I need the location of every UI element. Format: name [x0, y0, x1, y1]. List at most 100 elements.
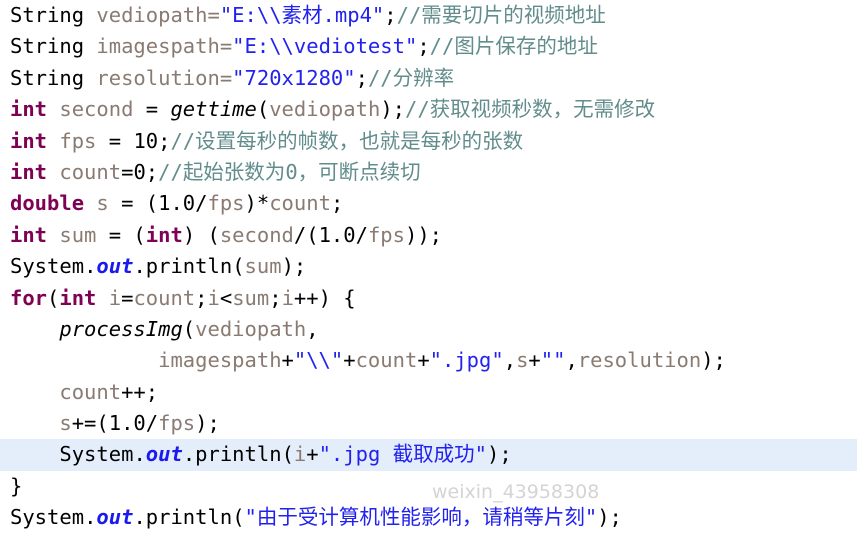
- code-token-string: ": [584, 505, 598, 530]
- code-line[interactable]: int count=0;//起始张数为0，可断点续切: [0, 157, 857, 188]
- code-line[interactable]: String vediopath="E:\\素材.mp4";//需要切片的视频地…: [0, 0, 857, 31]
- code-line[interactable]: imagespath+"\\"+count+".jpg",s+"",resolu…: [0, 345, 857, 376]
- code-token-plain: String: [10, 65, 85, 90]
- code-token-punc: .: [133, 442, 146, 467]
- code-token-punc: (: [232, 505, 245, 530]
- code-line[interactable]: for(int i=count;i<sum;i++) {: [0, 283, 857, 314]
- code-token-punc: (: [281, 442, 294, 467]
- code-token-punc: /: [355, 222, 368, 247]
- code-token-punc: +: [417, 348, 430, 373]
- code-token-plain: println: [145, 505, 233, 530]
- code-token-comment: 设置每秒的帧数，也就是每秒的张数: [195, 128, 524, 153]
- code-token-plain: System: [10, 254, 85, 279]
- code-token-ident: count: [59, 379, 122, 404]
- code-line[interactable]: System.out.println("由于受计算机性能影响，请稍等片刻");: [0, 502, 857, 533]
- code-token-punc: );: [597, 505, 622, 530]
- code-line[interactable]: int fps = 10;//设置每秒的帧数，也就是每秒的张数: [0, 126, 857, 157]
- code-token-ident: count: [269, 191, 331, 216]
- code-token-plain: println: [145, 254, 233, 279]
- code-token-punc: .: [84, 254, 97, 279]
- code-line[interactable]: double s = (1.0/fps)*count;: [0, 188, 857, 219]
- code-token-comment: 分辨率: [392, 65, 455, 90]
- code-token-ident: fps: [158, 411, 196, 436]
- code-token-punc: ;: [330, 191, 344, 216]
- code-token-punc: /(: [293, 222, 319, 247]
- code-line[interactable]: int second = gettime(vediopath);//获取视频秒数…: [0, 94, 857, 125]
- code-line[interactable]: System.out.println(i+".jpg 截取成功");: [0, 439, 857, 471]
- code-token-ident: fps: [207, 191, 245, 216]
- code-token-punc: );: [281, 254, 307, 279]
- code-token-punc: )*: [244, 191, 270, 216]
- code-line[interactable]: System.out.println(sum);: [0, 251, 857, 282]
- code-token-ident: sum: [232, 285, 270, 310]
- code-token-punc: .: [133, 254, 146, 279]
- code-lines-container[interactable]: String vediopath="E:\\素材.mp4";//需要切片的视频地…: [0, 0, 857, 534]
- code-token-ident: fps: [367, 222, 405, 247]
- code-token-punc: }: [10, 473, 23, 498]
- code-token-ident: vediopath: [195, 316, 307, 341]
- code-token-num: 1.0: [108, 411, 146, 436]
- code-token-comment: 图片保存的地址: [454, 34, 598, 59]
- code-token-punc: );: [380, 97, 405, 122]
- code-token-ident: s: [59, 411, 72, 436]
- code-token-punc: );: [195, 411, 220, 436]
- code-viewer[interactable]: String vediopath="E:\\素材.mp4";//需要切片的视频地…: [0, 0, 857, 529]
- code-token-punc: ;: [417, 34, 430, 59]
- code-token-punc: ,: [306, 316, 319, 341]
- code-token-ident: fps: [59, 128, 97, 153]
- code-token-punc: +: [528, 348, 541, 373]
- code-line[interactable]: String resolution="720x1280";//分辨率: [0, 63, 857, 94]
- code-token-punc: .: [133, 505, 146, 530]
- code-token-string: "E:\\vediotest": [232, 34, 418, 59]
- code-token-comment: //: [170, 128, 196, 153]
- code-token-ident: i: [207, 285, 220, 310]
- code-token-punc: ;: [158, 128, 171, 153]
- code-token-ident: count: [355, 348, 418, 373]
- code-token-punc: ;: [269, 285, 282, 310]
- code-line[interactable]: String imagespath="E:\\vediotest";//图片保存…: [0, 31, 857, 62]
- code-token-punc: /: [195, 191, 208, 216]
- code-line[interactable]: s+=(1.0/fps);: [0, 408, 857, 439]
- code-token-method: gettime: [170, 97, 257, 122]
- code-token-field: out: [96, 505, 134, 530]
- code-token-ident: i: [108, 285, 122, 310]
- code-token-ident: imagespath=: [96, 34, 233, 59]
- code-token-keyword: int: [10, 97, 48, 122]
- code-token-comment: //: [429, 34, 455, 59]
- code-token-punc: );: [701, 348, 726, 373]
- code-token-comment: 需要切片的视频地址: [421, 3, 606, 27]
- code-token-string: "E:\\: [219, 3, 282, 27]
- code-token-plain: =: [133, 97, 171, 122]
- code-token-string: "720x1280": [232, 65, 356, 90]
- code-token-keyword: for: [10, 285, 48, 310]
- code-token-ident: i: [281, 285, 294, 310]
- code-token-punc: ,: [503, 348, 517, 373]
- code-line[interactable]: }: [0, 471, 857, 502]
- code-token-plain: = (: [96, 222, 146, 247]
- code-token-plain: System: [10, 505, 85, 530]
- code-token-punc: ));: [405, 222, 443, 247]
- code-token-punc: .: [182, 442, 196, 467]
- code-token-ident: s: [96, 191, 109, 216]
- code-token-ident: i: [293, 442, 307, 467]
- code-token-keyword: int: [10, 222, 48, 247]
- code-token-punc: ;: [384, 3, 397, 27]
- code-token-punc: .: [84, 505, 97, 530]
- code-token-punc: (: [47, 285, 60, 310]
- code-token-num: 1.0: [158, 191, 196, 216]
- code-line[interactable]: int sum = (int) (second/(1.0/fps));: [0, 220, 857, 251]
- code-token-comment: //: [367, 65, 393, 90]
- code-token-punc: (: [232, 254, 245, 279]
- code-token-plain: String: [10, 34, 85, 59]
- code-token-num: 0: [133, 159, 146, 184]
- code-line[interactable]: count++;: [0, 377, 857, 408]
- code-token-comment: 0: [285, 159, 298, 184]
- code-token-string: 截取成功: [392, 442, 475, 467]
- code-line[interactable]: processImg(vediopath,: [0, 314, 857, 345]
- code-token-punc: ,: [565, 348, 578, 373]
- code-token-comment: 获取视频秒数，无需修改: [429, 97, 656, 122]
